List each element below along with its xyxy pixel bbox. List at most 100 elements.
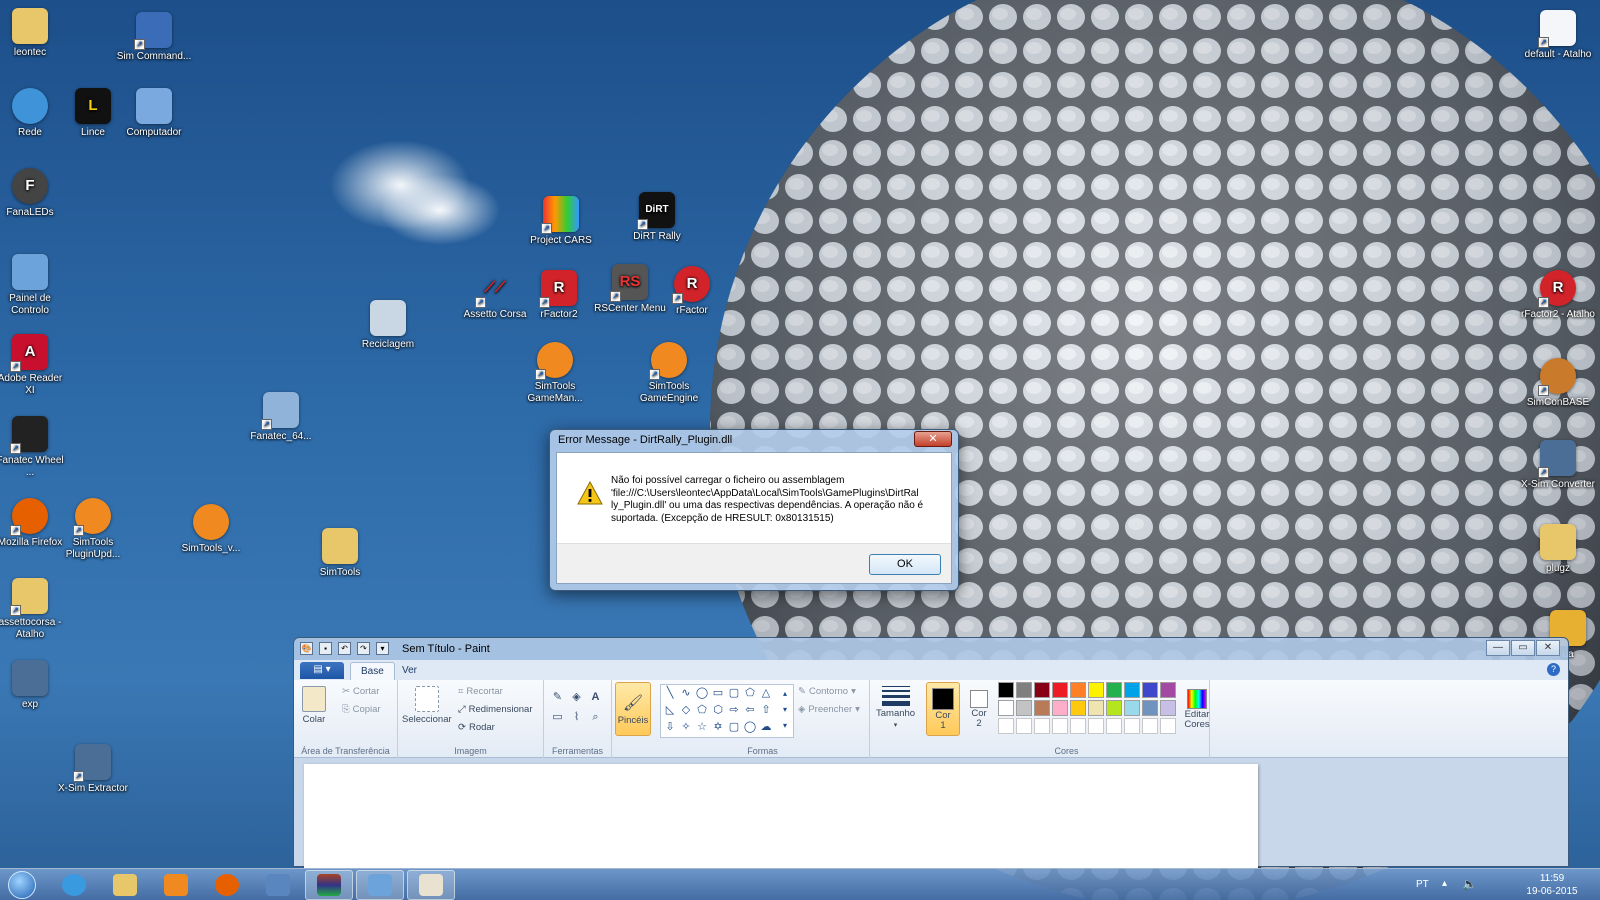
palette-swatch[interactable] [1052, 700, 1068, 716]
desktop-icon-simtools-gameengine[interactable]: ↗ SimTools GameEngine [631, 342, 707, 405]
up-arrow-shape-icon[interactable]: ⇧ [759, 703, 773, 717]
desktop-icon-painel-de-controlo[interactable]: Painel de Controlo [0, 254, 68, 317]
right-arrow-shape-icon[interactable]: ⇨ [727, 703, 741, 717]
pencil-icon[interactable]: ✎ [550, 690, 565, 705]
palette-swatch[interactable] [1106, 700, 1122, 716]
drawing-canvas[interactable] [304, 764, 1258, 868]
oval-shape-icon[interactable]: ◯ [695, 686, 709, 700]
line-shape-icon[interactable]: ╲ [663, 686, 677, 700]
tab-ver[interactable]: Ver [392, 662, 427, 680]
palette-swatch[interactable] [1034, 682, 1050, 698]
color1-button[interactable]: Cor 1 [926, 682, 960, 736]
taskbar-media-player[interactable] [152, 870, 200, 900]
palette-swatch[interactable] [1016, 682, 1032, 698]
size-button[interactable]: Tamanho ▾ [876, 686, 915, 729]
desktop-icon-simtools-gameman[interactable]: ↗ SimTools GameMan... [517, 342, 593, 405]
palette-swatch[interactable] [1160, 682, 1176, 698]
desktop-icon-leontec[interactable]: leontec [0, 8, 68, 59]
palette-swatch[interactable] [1124, 682, 1140, 698]
paste-button[interactable]: Colar [302, 686, 326, 725]
paint-titlebar[interactable]: 🎨 ▪ ↶ ↷ ▾ Sem Título - Paint — ▭ ✕ [294, 638, 1568, 660]
taskbar-winrar[interactable] [305, 870, 353, 900]
desktop-icon-rfactor2-atalho[interactable]: R ↗ rFactor2 - Atalho [1520, 270, 1596, 321]
outline-button[interactable]: ✎ Contorno ▾ [798, 686, 856, 697]
triangle-shape-icon[interactable]: △ [759, 686, 773, 700]
desktop-icon-xsim-extractor[interactable]: ↗ X-Sim Extractor [55, 744, 131, 795]
ok-button[interactable]: OK [869, 554, 941, 575]
palette-swatch[interactable] [1052, 682, 1068, 698]
cloud-callout-shape-icon[interactable]: ☁ [759, 720, 773, 734]
palette-swatch[interactable] [1070, 700, 1086, 716]
minimize-button[interactable]: — [1486, 640, 1510, 656]
desktop-icon-fanaleds[interactable]: F FanaLEDs [0, 168, 68, 219]
palette-swatch[interactable] [998, 682, 1014, 698]
desktop-icon-rfactor[interactable]: R ↗ rFactor [654, 266, 730, 317]
show-hidden-icons-icon[interactable]: ▴ [1442, 878, 1447, 889]
desktop-icon-fanatec-64[interactable]: ↗ Fanatec_64... [243, 392, 319, 443]
customize-qa-icon[interactable]: ▾ [376, 642, 389, 655]
palette-swatch[interactable] [1160, 700, 1176, 716]
left-arrow-shape-icon[interactable]: ⇦ [743, 703, 757, 717]
color-picker-icon[interactable]: ⌇ [569, 710, 584, 725]
palette-swatch[interactable] [1034, 700, 1050, 716]
palette-swatch-empty[interactable] [1088, 718, 1104, 734]
palette-swatch[interactable] [1142, 700, 1158, 716]
clock[interactable]: 11:59 19-06-2015 [1522, 872, 1582, 898]
palette-swatch-empty[interactable] [1124, 718, 1140, 734]
desktop-icon-project-cars[interactable]: ↗ Project CARS [523, 196, 599, 247]
desktop-icon-simtools-folder[interactable]: SimTools [302, 528, 378, 579]
undo-icon[interactable]: ↶ [338, 642, 351, 655]
palette-swatch-empty[interactable] [998, 718, 1014, 734]
color2-button[interactable]: Cor 2 [964, 682, 994, 736]
resize-button[interactable]: ⤢ Redimensionar [458, 704, 533, 715]
palette-swatch-empty[interactable] [1142, 718, 1158, 734]
taskbar-explorer[interactable] [101, 870, 149, 900]
pentagon-shape-icon[interactable]: ⬠ [695, 703, 709, 717]
desktop-icon-exp[interactable]: exp [0, 660, 68, 711]
copy-button[interactable]: ⎘ Copiar [342, 704, 381, 715]
help-icon[interactable]: ? [1547, 663, 1560, 676]
palette-swatch[interactable] [1088, 682, 1104, 698]
dialog-titlebar[interactable]: Error Message - DirtRally_Plugin.dll ✕ [550, 430, 958, 452]
language-indicator[interactable]: PT [1416, 879, 1429, 890]
four-point-star-shape-icon[interactable]: ✧ [679, 720, 693, 734]
taskbar-control-panel[interactable] [356, 870, 404, 900]
palette-swatch[interactable] [1106, 682, 1122, 698]
volume-icon[interactable]: 🔈 [1462, 877, 1477, 891]
desktop-icon-plugz[interactable]: plugz [1520, 524, 1596, 575]
desktop-icon-reciclagem[interactable]: Reciclagem [350, 300, 426, 351]
desktop-icon-fanatec-wheel[interactable]: ↗ Fanatec Wheel ... [0, 416, 68, 479]
taskbar-internet-explorer[interactable] [50, 870, 98, 900]
right-triangle-shape-icon[interactable]: ◺ [663, 703, 677, 717]
curve-shape-icon[interactable]: ∿ [679, 686, 693, 700]
desktop-icon-default-atalho[interactable]: ↗ default - Atalho [1520, 10, 1596, 61]
desktop-icon-xsim-converter[interactable]: ↗ X-Sim Converter [1520, 440, 1596, 491]
rectangle-shape-icon[interactable]: ▭ [711, 686, 725, 700]
fill-button[interactable]: ◈ Preencher ▾ [798, 704, 860, 715]
palette-swatch-empty[interactable] [1106, 718, 1122, 734]
palette-swatch[interactable] [1070, 682, 1086, 698]
taskbar-network[interactable] [254, 870, 302, 900]
palette-swatch-empty[interactable] [1052, 718, 1068, 734]
rounded-rectangle-shape-icon[interactable]: ▢ [727, 686, 741, 700]
desktop-icon-dirt-rally[interactable]: DiRT ↗ DiRT Rally [619, 192, 695, 243]
taskbar-firefox[interactable] [203, 870, 251, 900]
magnifier-icon[interactable]: ⌕ [588, 710, 603, 725]
desktop-icon-simtools-v[interactable]: SimTools_v... [173, 504, 249, 555]
palette-swatch[interactable] [1124, 700, 1140, 716]
taskbar-paint[interactable] [407, 870, 455, 900]
polygon-shape-icon[interactable]: ⬠ [743, 686, 757, 700]
desktop-icon-simconbase[interactable]: ↗ SimConBASE [1520, 358, 1596, 409]
desktop-icon-assettocorsa-atalho[interactable]: ↗ assettocorsa - Atalho [0, 578, 68, 641]
brushes-button[interactable]: 🖌 Pincéis [615, 682, 651, 736]
five-point-star-shape-icon[interactable]: ☆ [695, 720, 709, 734]
palette-swatch[interactable] [998, 700, 1014, 716]
palette-swatch[interactable] [1016, 700, 1032, 716]
file-menu-button[interactable]: ▤ ▾ [300, 662, 344, 679]
palette-swatch-empty[interactable] [1034, 718, 1050, 734]
desktop-icon-computador[interactable]: Computador [116, 88, 192, 139]
text-icon[interactable]: A [588, 690, 603, 705]
edit-colors-button[interactable]: Editar Cores [1182, 682, 1212, 736]
desktop-icon-sim-commander[interactable]: ↗ Sim Command... [116, 12, 192, 63]
rounded-callout-shape-icon[interactable]: ▢ [727, 720, 741, 734]
